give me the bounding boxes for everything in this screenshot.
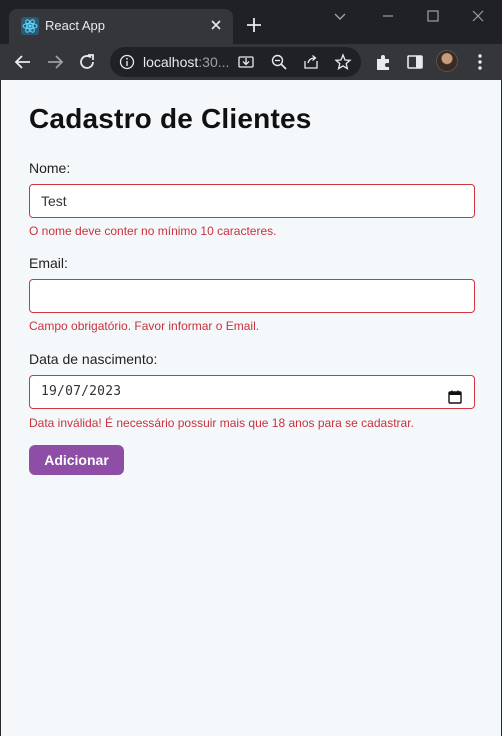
nome-input[interactable]: Test xyxy=(29,184,475,218)
maximize-icon[interactable] xyxy=(423,6,443,26)
browser-tabstrip: React App xyxy=(0,0,502,44)
nascimento-value: 19/07/2023 xyxy=(41,384,122,399)
calendar-icon[interactable] xyxy=(448,385,462,404)
email-error: Campo obrigatório. Favor informar o Emai… xyxy=(29,319,260,333)
back-arrow-icon[interactable] xyxy=(12,51,34,73)
nascimento-label: Data de nascimento: xyxy=(29,351,158,367)
menu-icon[interactable] xyxy=(469,51,491,73)
nome-error: O nome deve conter no mínimo 10 caracter… xyxy=(29,224,277,238)
star-icon[interactable] xyxy=(334,53,352,71)
page-content: Cadastro de Clientes Nome: Test O nome d… xyxy=(0,80,502,736)
page-title: Cadastro de Clientes xyxy=(29,103,312,134)
new-tab-plus-icon[interactable] xyxy=(244,15,264,35)
url-text[interactable]: localhost:30... xyxy=(143,54,229,70)
tab-title: React App xyxy=(45,18,105,33)
forward-arrow-icon[interactable] xyxy=(44,51,66,73)
url-rest: :30... xyxy=(198,54,230,70)
email-input[interactable] xyxy=(29,279,475,313)
reload-icon[interactable] xyxy=(76,51,98,73)
zoom-icon[interactable] xyxy=(270,53,288,71)
install-icon[interactable] xyxy=(237,53,255,71)
react-favicon-icon xyxy=(21,17,39,35)
tab-search-chevron-down-icon[interactable] xyxy=(330,6,350,26)
browser-tab[interactable]: React App xyxy=(9,9,233,44)
email-label: Email: xyxy=(29,255,68,271)
nascimento-date-input[interactable]: 19/07/2023 xyxy=(29,375,475,409)
adicionar-button[interactable]: Adicionar xyxy=(29,445,124,475)
extensions-icon[interactable] xyxy=(372,51,394,73)
nome-label: Nome: xyxy=(29,160,71,176)
info-icon[interactable] xyxy=(119,54,135,70)
profile-avatar[interactable] xyxy=(436,50,458,72)
sidebar-icon[interactable] xyxy=(404,51,426,73)
url-host: localhost xyxy=(143,54,199,70)
minimize-icon[interactable] xyxy=(378,6,398,26)
close-window-icon[interactable] xyxy=(468,6,488,26)
browser-toolbar: localhost:30... xyxy=(0,44,502,80)
share-icon[interactable] xyxy=(302,53,320,71)
address-bar[interactable]: localhost:30... xyxy=(110,47,361,77)
tab-close-icon[interactable] xyxy=(207,16,225,34)
nascimento-error: Data inválida! É necessário possuir mais… xyxy=(29,416,414,430)
